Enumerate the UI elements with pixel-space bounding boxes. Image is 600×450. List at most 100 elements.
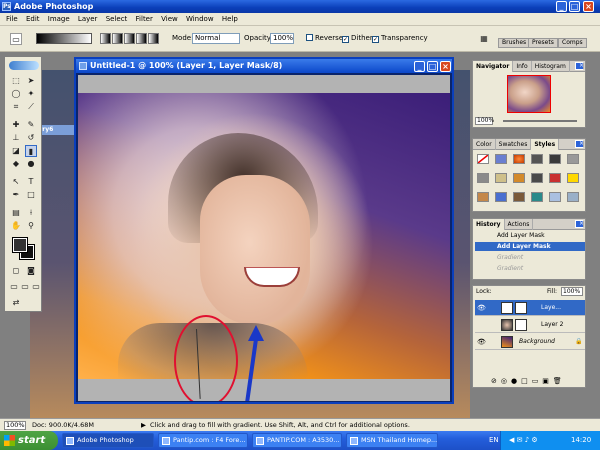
style-swatch[interactable]	[513, 154, 525, 164]
style-swatch[interactable]	[567, 192, 579, 202]
history-item[interactable]: Add Layer Mask	[475, 231, 585, 240]
eyedropper-icon[interactable]: ⟊	[25, 207, 37, 219]
tab-navigator[interactable]: Navigator	[473, 61, 514, 72]
layer-row[interactable]: Layer 2	[475, 317, 585, 333]
menu-edit[interactable]: Edit	[23, 13, 43, 26]
portrait-photo[interactable]	[78, 93, 450, 401]
style-none-swatch[interactable]	[477, 154, 489, 164]
history-item-active[interactable]: Add Layer Mask	[475, 242, 585, 251]
hand-tool-icon[interactable]: ✋	[10, 220, 22, 232]
style-swatch[interactable]	[549, 154, 561, 164]
language-indicator[interactable]: EN	[489, 431, 499, 450]
layer-name[interactable]: Laye...	[541, 300, 561, 316]
style-swatch[interactable]	[495, 154, 507, 164]
maximize-button[interactable]: □	[569, 1, 580, 12]
menu-file[interactable]: File	[0, 13, 21, 26]
move-tool-icon[interactable]: ➤	[25, 75, 37, 87]
gradient-tool-icon[interactable]: ▮	[25, 145, 37, 157]
reflected-gradient-button[interactable]	[136, 33, 147, 44]
clone-stamp-icon[interactable]: ⊥	[10, 132, 22, 144]
navigator-zoom-slider[interactable]	[503, 120, 577, 122]
navigator-thumbnail[interactable]	[507, 75, 551, 113]
crop-tool-icon[interactable]: ⌗	[10, 101, 22, 113]
linear-gradient-button[interactable]	[100, 33, 111, 44]
history-item[interactable]: Gradient	[475, 264, 585, 273]
tab-info[interactable]: Info	[513, 61, 532, 72]
layer-mask-thumbnail[interactable]	[515, 319, 527, 331]
menu-image[interactable]: Image	[45, 13, 73, 26]
path-selection-icon[interactable]: ↖	[10, 176, 22, 188]
style-swatch[interactable]	[549, 173, 561, 183]
style-swatch[interactable]	[567, 154, 579, 164]
gradient-picker[interactable]	[36, 33, 92, 44]
brush-tool-icon[interactable]: ✎	[25, 119, 37, 131]
brushes-tab[interactable]: Brushes	[498, 38, 531, 48]
layer-row-active[interactable]: 👁 Laye...	[475, 300, 585, 316]
style-swatch[interactable]	[477, 192, 489, 202]
layer-mask-thumbnail[interactable]	[515, 302, 527, 314]
presets-tab[interactable]: Presets	[528, 38, 558, 48]
healing-brush-icon[interactable]: ✚	[10, 119, 22, 131]
eye-icon[interactable]: 👁	[477, 338, 486, 346]
doc-maximize-button[interactable]: □	[427, 61, 438, 72]
canvas[interactable]	[78, 75, 450, 401]
menu-window[interactable]: Window	[183, 13, 217, 26]
radial-gradient-button[interactable]	[112, 33, 123, 44]
dither-checkbox[interactable]: ✓ Dither	[342, 34, 373, 43]
diamond-gradient-button[interactable]	[148, 33, 159, 44]
gradient-tool-preset-icon[interactable]: ▭	[10, 33, 22, 45]
task-pantip-2[interactable]: PANTIP.COM : A3530...	[252, 433, 342, 448]
history-brush-icon[interactable]: ↺	[25, 132, 37, 144]
feather-icon[interactable]	[9, 61, 39, 70]
menu-filter[interactable]: Filter	[133, 13, 156, 26]
task-pantip-1[interactable]: Pantip.com : F4 Fore...	[158, 433, 248, 448]
magic-wand-icon[interactable]: ✦	[25, 88, 37, 100]
navigator-close-icon[interactable]: ×	[575, 62, 584, 70]
menu-help[interactable]: Help	[219, 13, 241, 26]
style-swatch[interactable]	[531, 192, 543, 202]
dodge-tool-icon[interactable]: ●	[25, 158, 37, 170]
layer-name[interactable]: Layer 2	[541, 317, 563, 333]
mode-select[interactable]: Normal	[192, 33, 240, 44]
standard-mode-icon[interactable]: ◻	[10, 265, 22, 277]
lasso-tool-icon[interactable]: ◯	[10, 88, 22, 100]
layer-name[interactable]: Background	[519, 334, 555, 350]
styles-close-icon[interactable]: ×	[575, 140, 584, 148]
minimize-button[interactable]: _	[556, 1, 567, 12]
slice-tool-icon[interactable]: ⟋	[25, 101, 37, 113]
task-photoshop[interactable]: Adobe Photoshop	[62, 433, 154, 448]
style-swatch[interactable]	[567, 173, 579, 183]
menu-select[interactable]: Select	[103, 13, 131, 26]
reverse-checkbox[interactable]: Reverse	[306, 34, 343, 43]
history-item[interactable]: Gradient	[475, 253, 585, 262]
close-button[interactable]: ×	[583, 1, 594, 12]
quick-mask-icon[interactable]: ◙	[25, 265, 37, 277]
screen-mode-3-icon[interactable]: ▭	[30, 281, 42, 293]
style-swatch[interactable]	[477, 173, 489, 183]
style-swatch[interactable]	[531, 154, 543, 164]
opacity-input[interactable]: 100%	[270, 33, 294, 44]
doc-minimize-button[interactable]: _	[414, 61, 425, 72]
shape-tool-icon[interactable]: □	[25, 189, 37, 201]
menu-view[interactable]: View	[158, 13, 181, 26]
tab-color[interactable]: Color	[473, 139, 496, 150]
style-swatch[interactable]	[495, 192, 507, 202]
marquee-tool-icon[interactable]: ⬚	[10, 75, 22, 87]
tab-history[interactable]: History	[473, 219, 505, 230]
style-swatch[interactable]	[513, 173, 525, 183]
style-swatch[interactable]	[513, 192, 525, 202]
transparency-checkbox[interactable]: ✓ Transparency	[372, 34, 428, 43]
layer-row[interactable]: 👁 Background 🔒	[475, 334, 585, 350]
document-title-bar[interactable]: Untitled-1 @ 100% (Layer 1, Layer Mask/8…	[76, 59, 452, 73]
style-swatch[interactable]	[549, 192, 561, 202]
imageready-icon[interactable]: ⇄	[10, 297, 22, 309]
navigator-zoom-input[interactable]: 100%	[475, 117, 494, 125]
palette-well-icon[interactable]: ▦	[478, 33, 490, 45]
start-button[interactable]: start	[0, 431, 58, 450]
blur-tool-icon[interactable]: ◆	[10, 158, 22, 170]
notes-tool-icon[interactable]: ▤	[10, 207, 22, 219]
eye-icon[interactable]: 👁	[477, 304, 486, 312]
history-close-icon[interactable]: ×	[575, 220, 584, 228]
foreground-color[interactable]	[12, 237, 28, 253]
fill-input[interactable]: 100%	[561, 287, 583, 296]
